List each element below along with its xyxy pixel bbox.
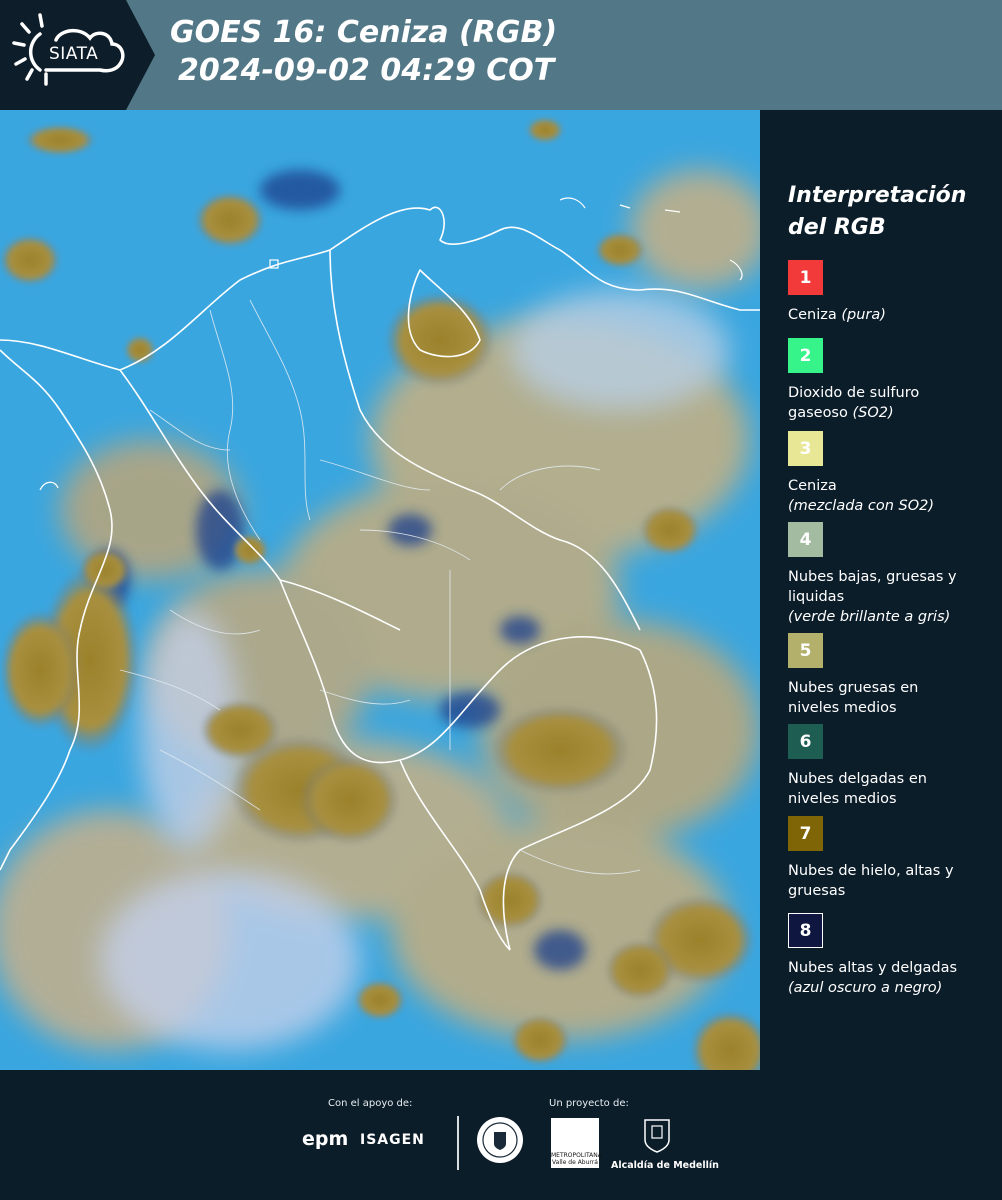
legend-label-6: Nubes delgadas en niveles medios <box>788 771 927 807</box>
footer-divider <box>457 1116 459 1170</box>
satellite-map[interactable] <box>0 110 760 1070</box>
legend-label-4: Nubes bajas, gruesas y liquidas (verde bri… <box>788 569 957 625</box>
title-product: GOES 16: Ceniza (RGB) <box>170 15 558 50</box>
siata-logo[interactable]: SIATA <box>0 0 155 110</box>
legend-swatch-2: 2 <box>788 338 823 373</box>
legend-swatch-1: 1 <box>788 260 823 295</box>
isagen-logo[interactable]: ISAGEN <box>360 1132 425 1148</box>
page-title: GOES 16: Ceniza (RGB) 2024-09-02 04:29 C… <box>170 14 557 90</box>
satellite-image <box>0 110 760 1070</box>
legend-label-8: Nubes altas y delgadas (azul oscuro a neg… <box>788 960 958 996</box>
logo-text: SIATA <box>49 44 99 64</box>
legend-swatch-6: 6 <box>788 724 823 759</box>
epm-logo[interactable]: epm <box>302 1128 348 1150</box>
legend-item-6: 6 Nubes delgadas en niveles medios <box>788 724 998 809</box>
legend-item-2: 2 Dioxido de sulfuro gaseoso (SO2) <box>788 338 998 423</box>
legend-item-3: 3 Ceniza (mezclada con SO2) <box>788 431 998 516</box>
alcaldia-logo[interactable]: Alcaldía de Medellín <box>611 1160 719 1171</box>
legend-item-1: 1 Ceniza (pura) <box>788 260 998 325</box>
legend-item-8: 8 Nubes altas y delgadas (azul oscuro a n… <box>788 913 998 998</box>
support-label: Con el apoyo de: <box>328 1098 413 1109</box>
project-label: Un proyecto de: <box>549 1098 629 1109</box>
seal-icon[interactable] <box>476 1116 524 1164</box>
legend-item-5: 5 Nubes gruesas en niveles medios <box>788 633 998 718</box>
title-timestamp: 2024-09-02 04:29 COT <box>178 53 555 88</box>
area-metropolitana-logo[interactable]: METROPOLITANA Valle de Aburrá <box>551 1118 602 1168</box>
legend-label-7: Nubes de hielo, altas y gruesas <box>788 863 954 899</box>
legend-label-2: Dioxido de sulfuro gaseoso (SO2) <box>788 385 920 421</box>
legend-swatch-7: 7 <box>788 816 823 851</box>
footer-bar: Con el apoyo de: Un proyecto de: epm ISA… <box>0 1070 1002 1200</box>
legend-item-7: 7 Nubes de hielo, altas y gruesas <box>788 816 998 901</box>
legend-label-5: Nubes gruesas en niveles medios <box>788 680 919 716</box>
coat-of-arms-icon <box>644 1119 670 1153</box>
legend-panel: Interpretación del RGB 1 Ceniza (pura) 2… <box>760 110 1002 1070</box>
legend-swatch-8: 8 <box>788 913 823 948</box>
header-bar: SIATA GOES 16: Ceniza (RGB) 2024-09-02 0… <box>0 0 1002 110</box>
legend-item-4: 4 Nubes bajas, gruesas y liquidas (verde b… <box>788 522 998 627</box>
legend-label-1: Ceniza (pura) <box>788 307 886 323</box>
legend-title: Interpretación del RGB <box>788 183 967 240</box>
legend-swatch-4: 4 <box>788 522 823 557</box>
legend-swatch-5: 5 <box>788 633 823 668</box>
legend-swatch-3: 3 <box>788 431 823 466</box>
legend-label-3: Ceniza (mezclada con SO2) <box>788 478 935 514</box>
